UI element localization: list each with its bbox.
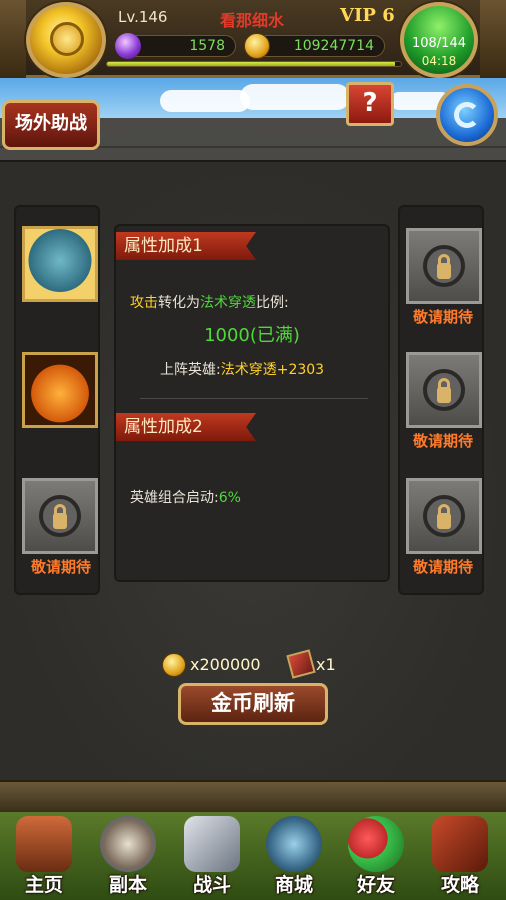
nav-guide[interactable]: 攻略 — [420, 812, 500, 900]
bonus-1-title: 属性加成1 — [116, 232, 256, 260]
top-status-bar: Lv.146 看那细水 VIP 6 1578 109247714 108/144… — [0, 0, 506, 78]
stamina-timer: 04:18 — [421, 54, 457, 68]
sword-icon — [184, 816, 240, 872]
return-button[interactable] — [436, 84, 498, 146]
guide-book-icon — [432, 816, 488, 872]
padlock-icon — [423, 495, 465, 537]
gold-refresh-button[interactable]: 金币刷新 — [178, 683, 328, 725]
hero-bonus-value: 法术穿透+2303 — [220, 362, 325, 378]
gold-value: 109247714 — [293, 38, 374, 54]
attribute-bonus-card — [114, 224, 390, 582]
nav-battle[interactable]: 战斗 — [172, 812, 252, 900]
player-avatar[interactable] — [26, 2, 106, 78]
coming-soon-label: 敬请期待 — [412, 308, 473, 326]
nav-dungeon[interactable]: 副本 — [88, 812, 168, 900]
stamina-orb[interactable]: 108/144 04:18 — [400, 2, 478, 78]
assist-hero-slot-1[interactable] — [22, 226, 98, 302]
cloud-decoration — [160, 90, 250, 112]
coming-soon-label: 敬请期待 — [412, 432, 473, 450]
gold-counter[interactable]: 109247714 — [244, 33, 385, 59]
locked-slot-right-3[interactable] — [406, 478, 482, 554]
shop-creature-icon — [266, 816, 322, 872]
gem-icon — [115, 33, 141, 59]
padlock-icon — [39, 495, 81, 537]
assist-hero-slot-2[interactable] — [22, 352, 98, 428]
bonus-1-conversion-line: 攻击转化为法术穿透比例: — [130, 295, 289, 311]
bonus-2-combo-line: 英雄组合启动:6% — [130, 490, 241, 506]
frame-ornament-left — [0, 0, 26, 78]
bonus-1-ratio: 1000(已满) — [204, 325, 300, 346]
combo-value: 6% — [218, 490, 241, 506]
nav-shop[interactable]: 商城 — [254, 812, 334, 900]
padlock-icon — [423, 369, 465, 411]
experience-bar — [106, 61, 402, 67]
return-arrow-icon — [454, 102, 480, 128]
coming-soon-label: 敬请期待 — [30, 558, 91, 576]
bottom-navigation: 主页 副本 战斗 商城 好友 攻略 — [0, 812, 506, 900]
help-button[interactable]: ? — [346, 82, 394, 126]
bonus-2-title: 属性加成2 — [116, 413, 256, 441]
player-name: 看那细水 — [220, 11, 285, 30]
bottom-frame — [0, 780, 506, 812]
vip-badge[interactable]: VIP 6 — [340, 5, 395, 26]
padlock-icon — [423, 245, 465, 287]
section-divider — [140, 398, 368, 399]
house-icon — [16, 816, 72, 872]
locked-slot-right-2[interactable] — [406, 352, 482, 428]
player-level: Lv.146 — [118, 8, 168, 26]
gold-coin-icon — [244, 33, 270, 59]
gem-counter[interactable]: 1578 — [115, 33, 236, 59]
rank-emblem-icon — [50, 22, 84, 56]
friends-icon — [348, 816, 404, 872]
frame-ornament-right — [480, 0, 506, 78]
locked-slot-right-1[interactable] — [406, 228, 482, 304]
nav-friends[interactable]: 好友 — [336, 812, 416, 900]
source-stat: 攻击 — [130, 295, 158, 311]
off-field-assist-tab[interactable]: 场外助战 — [2, 100, 100, 150]
experience-bar-fill — [107, 62, 396, 66]
stamina-value: 108/144 — [411, 36, 466, 51]
nav-home[interactable]: 主页 — [4, 812, 84, 900]
gem-value: 1578 — [189, 38, 225, 54]
bonus-1-hero-bonus: 上阵英雄:法术穿透+2303 — [160, 362, 325, 378]
cloud-decoration — [240, 84, 350, 110]
coming-soon-label: 敬请期待 — [412, 558, 473, 576]
target-stat: 法术穿透 — [200, 295, 256, 311]
gold-coin-icon — [162, 653, 186, 677]
gold-cost: x200000 — [190, 655, 261, 674]
item-cost: x1 — [316, 655, 336, 674]
skull-icon — [100, 816, 156, 872]
locked-slot-left[interactable] — [22, 478, 98, 554]
